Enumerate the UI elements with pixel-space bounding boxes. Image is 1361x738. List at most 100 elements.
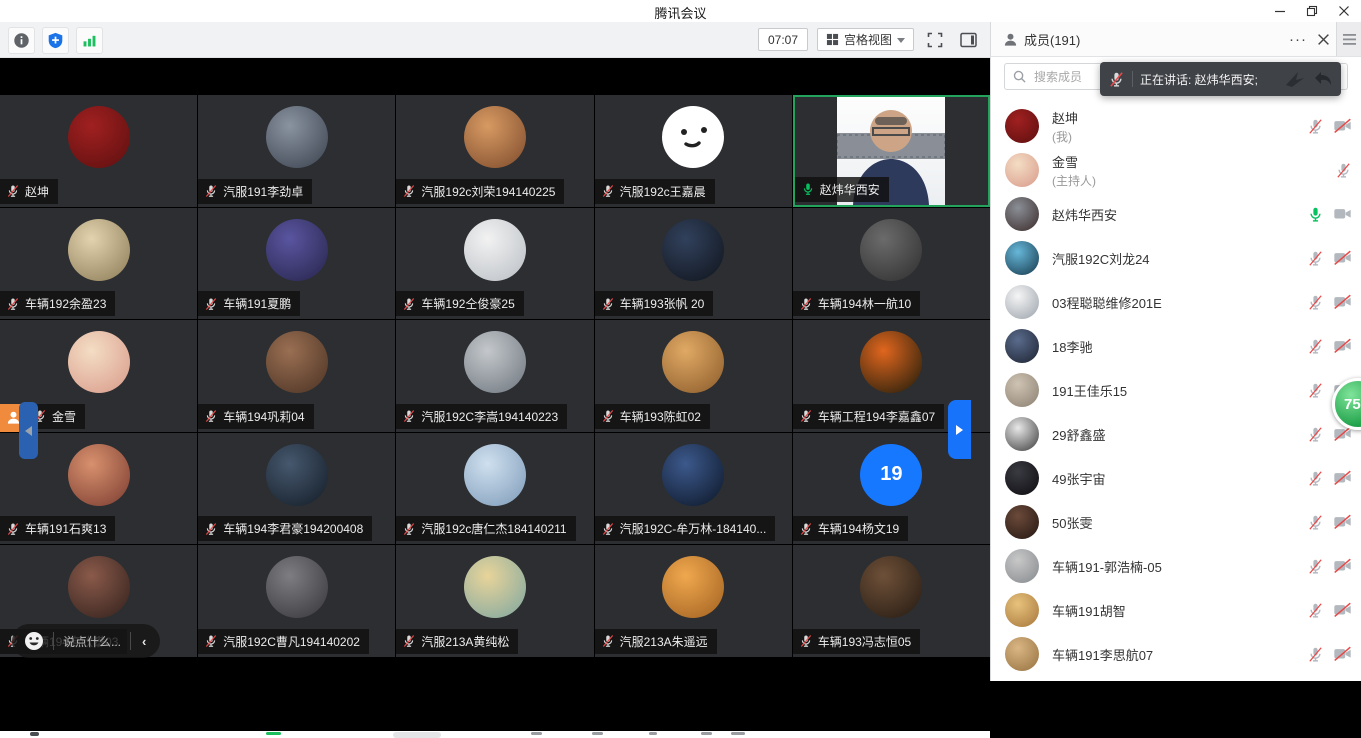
video-tile[interactable]: 汽服192c王嘉晨 xyxy=(595,95,792,207)
chat-input-placeholder[interactable]: 说点什么... xyxy=(63,633,121,650)
next-page-button[interactable] xyxy=(948,400,971,459)
tile-name: 车辆193陈虹02 xyxy=(620,408,701,425)
mic-muted-icon xyxy=(204,297,218,311)
avatar xyxy=(266,444,328,506)
avatar xyxy=(662,219,724,281)
video-tile[interactable]: 车辆193张帆 20 xyxy=(595,208,792,320)
share-arrow-icon xyxy=(1284,69,1306,89)
camera-muted-icon xyxy=(1333,118,1352,134)
tile-name: 汽服192C-牟万林-184140... xyxy=(620,520,767,537)
panel-close-icon[interactable] xyxy=(1317,33,1330,46)
member-name: 车辆191李思航07 xyxy=(1052,645,1307,664)
member-row[interactable]: 赵炜华西安 xyxy=(991,192,1361,236)
arrow-left-icon xyxy=(25,426,32,436)
video-tile[interactable]: 汽服192c唐仁杰184140211 xyxy=(396,433,593,545)
mic-muted-icon xyxy=(1307,338,1324,355)
info-icon[interactable] xyxy=(8,27,35,54)
avatar xyxy=(1005,197,1039,231)
grid-view-button[interactable]: 宫格视图 xyxy=(817,28,914,51)
mic-muted-icon xyxy=(799,409,813,423)
video-tile[interactable]: 车辆192仝俊豪25 xyxy=(396,208,593,320)
tile-name: 车辆194林一航10 xyxy=(818,295,911,312)
mic-muted-icon xyxy=(402,184,416,198)
network-signal-icon[interactable] xyxy=(76,27,103,54)
camera-muted-icon xyxy=(1333,338,1352,354)
minimize-icon[interactable] xyxy=(1271,2,1289,20)
restore-icon[interactable] xyxy=(1303,2,1321,20)
video-tile[interactable]: 汽服213A黄纯松 xyxy=(396,545,593,657)
member-row[interactable]: 50张雯 xyxy=(991,500,1361,544)
mic-muted-icon xyxy=(402,522,416,536)
emoji-icon[interactable] xyxy=(24,631,44,651)
member-list[interactable]: 赵坤(我)金雪(主持人)赵炜华西安汽服192C刘龙2403程聪聪维修201E18… xyxy=(991,104,1361,681)
close-icon[interactable] xyxy=(1335,2,1353,20)
avatar xyxy=(1005,461,1039,495)
video-tile[interactable]: 汽服192C-牟万林-184140... xyxy=(595,433,792,545)
grid-view-icon xyxy=(826,33,839,46)
video-tile[interactable]: 汽服191李劲卓 xyxy=(198,95,395,207)
member-row[interactable]: 赵坤(我) xyxy=(991,104,1361,148)
member-row[interactable]: 191王佳乐15 xyxy=(991,368,1361,412)
layout-toggle-icon[interactable] xyxy=(956,28,980,51)
video-tile[interactable]: 汽服192c刘荣194140225 xyxy=(396,95,593,207)
member-row[interactable]: 03程聪聪维修201E xyxy=(991,280,1361,324)
member-row[interactable]: 49张宇宙 xyxy=(991,456,1361,500)
icon-partial xyxy=(731,732,745,735)
mic-muted-icon xyxy=(799,522,813,536)
mic-on-icon xyxy=(1307,206,1324,223)
video-tile[interactable]: 赵坤 xyxy=(0,95,197,207)
shield-icon[interactable] xyxy=(42,27,69,54)
avatar xyxy=(266,106,328,168)
video-tile[interactable]: 汽服192C曹凡194140202 xyxy=(198,545,395,657)
prev-page-button[interactable] xyxy=(19,402,38,459)
camera-on-icon xyxy=(1333,206,1352,222)
member-row[interactable]: 汽服192C刘龙24 xyxy=(991,236,1361,280)
member-row[interactable]: 车辆191-郭浩楠-05 xyxy=(991,544,1361,588)
video-tile[interactable]: 赵炜华西安 xyxy=(793,95,990,207)
member-row[interactable]: 车辆191胡智 xyxy=(991,588,1361,632)
video-tile[interactable]: 车辆194林一航10 xyxy=(793,208,990,320)
camera-muted-icon xyxy=(1333,514,1352,530)
video-tile[interactable]: 车辆191夏鹏 xyxy=(198,208,395,320)
tile-name: 车辆193张帆 20 xyxy=(620,295,705,312)
tile-name-label: 汽服192c唐仁杰184140211 xyxy=(396,516,575,541)
member-row[interactable]: 车辆191李思航07 xyxy=(991,632,1361,676)
member-row[interactable]: 18李驰 xyxy=(991,324,1361,368)
member-role: (主持人) xyxy=(1052,172,1335,189)
video-tile[interactable]: 车辆193陈虹02 xyxy=(595,320,792,432)
camera-muted-icon xyxy=(1333,470,1352,486)
video-tile[interactable]: 车辆194巩莉04 xyxy=(198,320,395,432)
mic-muted-icon xyxy=(1108,71,1125,88)
member-row[interactable]: 29舒鑫盛 xyxy=(991,412,1361,456)
video-tile[interactable]: 汽服192C李嵩194140223 xyxy=(396,320,593,432)
video-tile[interactable]: 车辆194李君豪194200408 xyxy=(198,433,395,545)
tile-name-label: 车辆191夏鹏 xyxy=(198,291,300,316)
tile-name-label: 赵炜华西安 xyxy=(795,177,889,202)
chat-quick-bar[interactable]: 说点什么... ‹ xyxy=(12,624,160,658)
member-name: 赵坤 xyxy=(1052,108,1307,127)
member-role: (我) xyxy=(1052,128,1307,145)
avatar xyxy=(1005,549,1039,583)
avatar xyxy=(662,444,724,506)
tile-name: 汽服192C李嵩194140223 xyxy=(421,408,558,425)
icon-partial xyxy=(531,732,542,735)
video-tile[interactable]: 车辆192余盈23 xyxy=(0,208,197,320)
collapse-arrow-icon[interactable]: ‹ xyxy=(140,634,148,649)
mic-muted-icon xyxy=(1307,250,1324,267)
video-tile[interactable]: 汽服213A朱遥远 xyxy=(595,545,792,657)
member-name: 03程聪聪维修201E xyxy=(1052,293,1307,312)
tile-name: 汽服192c刘荣194140225 xyxy=(421,183,555,200)
member-name: 金雪 xyxy=(1052,152,1335,171)
more-icon[interactable]: ··· xyxy=(1289,31,1307,48)
avatar xyxy=(68,331,130,393)
meeting-timer: 07:07 xyxy=(758,28,808,51)
menu-icon[interactable] xyxy=(1336,22,1361,56)
fullscreen-icon[interactable] xyxy=(923,28,947,51)
member-row[interactable]: 金雪(主持人) xyxy=(991,148,1361,192)
tile-name: 金雪 xyxy=(52,408,76,425)
mic-muted-icon xyxy=(799,634,813,648)
member-name: 赵炜华西安 xyxy=(1052,205,1307,224)
video-tile[interactable]: 车辆193冯志恒05 xyxy=(793,545,990,657)
member-name: 49张宇宙 xyxy=(1052,469,1307,488)
undo-arrow-icon xyxy=(1313,70,1333,88)
